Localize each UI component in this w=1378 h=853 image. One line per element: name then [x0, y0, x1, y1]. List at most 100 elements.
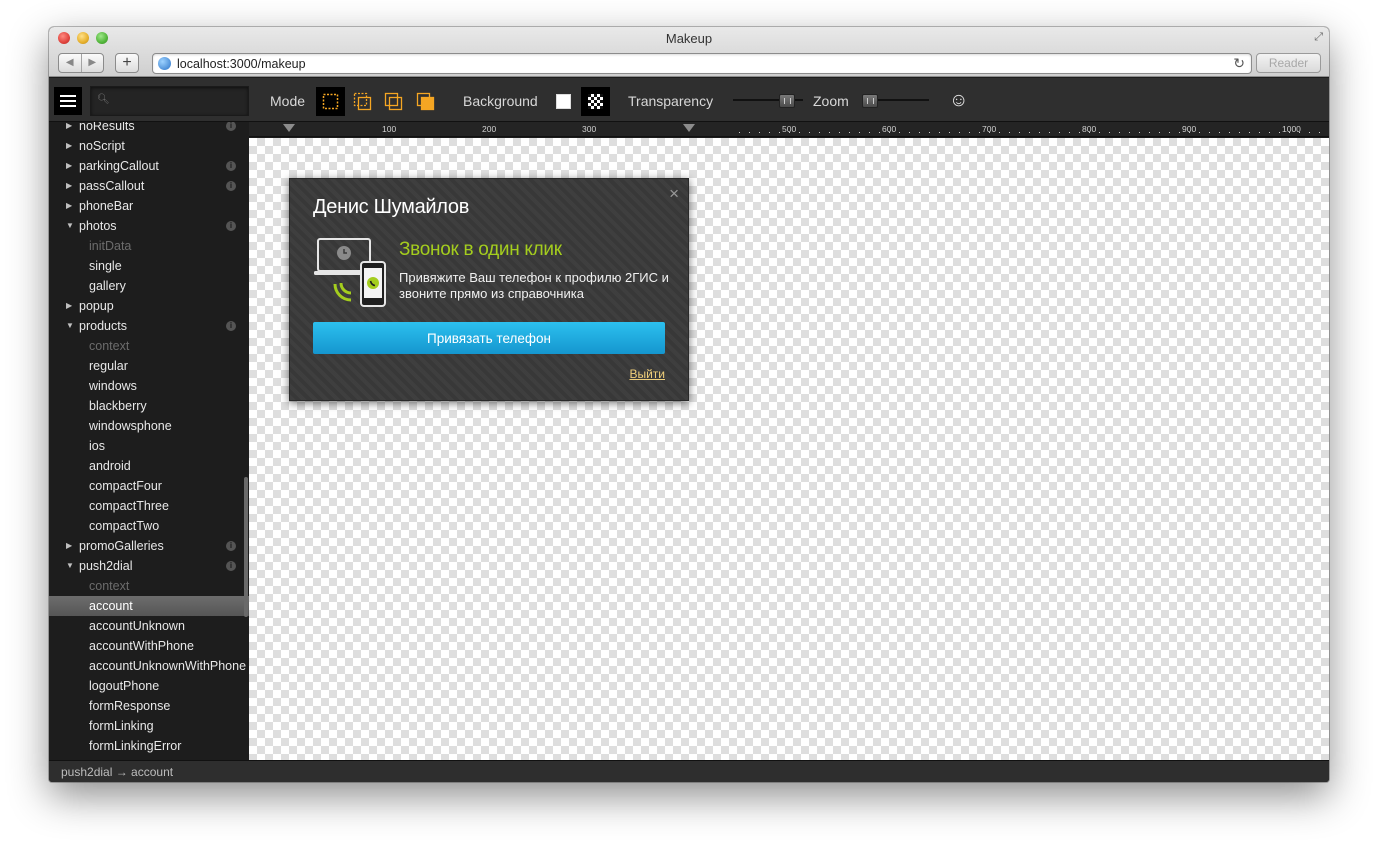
reader-button[interactable]: Reader — [1256, 53, 1321, 73]
sidebar-item-label: gallery — [89, 279, 126, 293]
sidebar-item-compactthree[interactable]: compactThree — [49, 496, 249, 516]
sidebar-item-context[interactable]: context — [49, 576, 249, 596]
sidebar-item-compactfour[interactable]: compactFour — [49, 476, 249, 496]
info-icon[interactable]: i — [226, 541, 236, 551]
sidebar-item-compacttwo[interactable]: compactTwo — [49, 516, 249, 536]
ruler-tick — [819, 132, 820, 133]
sidebar-item-noscript[interactable]: ▶ noScript — [49, 136, 249, 156]
logout-link[interactable]: Выйти — [629, 367, 665, 381]
back-button[interactable]: ◀ — [59, 54, 81, 72]
ruler-label: 1000 — [1282, 124, 1301, 134]
sidebar-item-label: passCallout — [79, 179, 145, 193]
transparency-slider-handle[interactable] — [778, 94, 795, 108]
ruler-tick — [739, 132, 740, 133]
mode-outline-button[interactable] — [316, 87, 345, 116]
sidebar-item-label: android — [89, 459, 131, 473]
sidebar-item-initdata[interactable]: initData — [49, 236, 249, 256]
sidebar-item-phonebar[interactable]: ▶ phoneBar — [49, 196, 249, 216]
sidebar-item-account[interactable]: account — [49, 596, 249, 616]
forward-button[interactable]: ▶ — [80, 54, 104, 72]
menu-button[interactable] — [54, 87, 82, 115]
sidebar-item-ios[interactable]: ios — [49, 436, 249, 456]
disclosure-collapsed-icon[interactable]: ▶ — [66, 296, 72, 316]
sidebar-item-accountunknown[interactable]: accountUnknown — [49, 616, 249, 636]
sidebar-item-promogalleries[interactable]: ▶ promoGalleries i — [49, 536, 249, 556]
info-icon[interactable]: i — [226, 561, 236, 571]
sidebar-item-label: formLinking — [89, 719, 154, 733]
sidebar-item-android[interactable]: android — [49, 456, 249, 476]
smiley-icon[interactable]: ☺ — [949, 90, 968, 112]
sidebar-item-accountwithphone[interactable]: accountWithPhone — [49, 636, 249, 656]
sidebar-item-label: compactTwo — [89, 519, 160, 533]
sidebar-item-label: push2dial — [79, 559, 133, 573]
disclosure-collapsed-icon[interactable]: ▶ — [66, 136, 72, 156]
info-icon[interactable]: i — [226, 161, 236, 171]
sidebar-item-formlinkingerror[interactable]: formLinkingError — [49, 736, 249, 756]
sidebar-item-passcallout[interactable]: ▶ passCallout i — [49, 176, 249, 196]
sidebar-item-label: context — [89, 339, 130, 353]
component-search[interactable]: 🔍︎ — [90, 86, 249, 116]
sidebar-item-noresults[interactable]: ▶ noResults i — [49, 122, 249, 136]
user-name: Денис Шумайлов — [313, 196, 470, 218]
sidebar-item-blackberry[interactable]: blackberry — [49, 396, 249, 416]
sidebar-scrollbar[interactable] — [244, 477, 248, 617]
sidebar-item-label: formResponse — [89, 699, 171, 713]
disclosure-expanded-icon[interactable]: ▼ — [66, 556, 74, 576]
sidebar-item-formresponse[interactable]: formResponse — [49, 696, 249, 716]
fullscreen-icon[interactable]: ⤢ — [1314, 31, 1323, 44]
disclosure-collapsed-icon[interactable]: ▶ — [66, 196, 72, 216]
mode-filled-button[interactable] — [411, 87, 440, 116]
reload-icon[interactable]: ↻ — [1233, 55, 1245, 72]
sidebar-item-single[interactable]: single — [49, 256, 249, 276]
sidebar-item-label: formLinkingError — [89, 739, 182, 753]
ruler-tick — [749, 132, 750, 133]
info-icon[interactable]: i — [226, 122, 236, 131]
disclosure-expanded-icon[interactable]: ▼ — [66, 316, 74, 336]
ruler-tick — [1149, 132, 1150, 133]
ruler-tick — [759, 132, 760, 133]
white-square-icon — [556, 94, 571, 109]
sidebar-item-context[interactable]: context — [49, 336, 249, 356]
zoom-slider-handle[interactable] — [862, 94, 878, 108]
info-icon[interactable]: i — [226, 181, 236, 191]
sidebar-item-logoutphone[interactable]: logoutPhone — [49, 676, 249, 696]
ruler-marker-handle[interactable] — [683, 124, 695, 132]
ruler-tick — [879, 132, 880, 133]
ruler-marker-handle[interactable] — [283, 124, 295, 132]
background-checker-button[interactable] — [581, 87, 610, 116]
sidebar-item-products[interactable]: ▼ products i — [49, 316, 249, 336]
search-input[interactable] — [111, 91, 243, 111]
close-icon[interactable]: × — [669, 184, 679, 204]
disclosure-expanded-icon[interactable]: ▼ — [66, 216, 74, 236]
disclosure-collapsed-icon[interactable]: ▶ — [66, 122, 72, 136]
link-phone-button[interactable]: Привязать телефон — [313, 322, 665, 354]
sidebar-item-parkingcallout[interactable]: ▶ parkingCallout i — [49, 156, 249, 176]
sidebar-item-push2dial[interactable]: ▼ push2dial i — [49, 556, 249, 576]
disclosure-collapsed-icon[interactable]: ▶ — [66, 156, 72, 176]
sidebar-item-regular[interactable]: regular — [49, 356, 249, 376]
mode-stacked-button[interactable] — [348, 87, 377, 116]
sidebar-item-windowsphone[interactable]: windowsphone — [49, 416, 249, 436]
sidebar-item-gallery[interactable]: gallery — [49, 276, 249, 296]
sidebar-item-formlinking[interactable]: formLinking — [49, 716, 249, 736]
info-icon[interactable]: i — [226, 221, 236, 231]
disclosure-collapsed-icon[interactable]: ▶ — [66, 536, 72, 556]
sidebar-item-label: noScript — [79, 139, 125, 153]
info-icon[interactable]: i — [226, 321, 236, 331]
new-tab-button[interactable]: + — [115, 53, 139, 73]
background-white-button[interactable] — [549, 87, 578, 116]
disclosure-collapsed-icon[interactable]: ▶ — [66, 176, 72, 196]
ruler-tick — [1169, 132, 1170, 133]
mode-overlay-button[interactable] — [379, 87, 408, 116]
ruler-tick — [969, 132, 970, 133]
sidebar-item-accountunknownwithphone[interactable]: accountUnknownWithPhone — [49, 656, 249, 676]
sidebar-item-popup[interactable]: ▶ popup — [49, 296, 249, 316]
address-bar[interactable]: localhost:3000/makeup ↻ — [152, 53, 1252, 74]
ruler-tick — [999, 132, 1000, 133]
sidebar-item-photos[interactable]: ▼ photos i — [49, 216, 249, 236]
history-nav: ◀ ▶ — [58, 53, 104, 73]
laptop-phone-call-icon — [314, 238, 386, 307]
mode-filled-icon — [416, 92, 435, 111]
sidebar-item-windows[interactable]: windows — [49, 376, 249, 396]
url-text[interactable]: localhost:3000/makeup — [177, 57, 306, 71]
